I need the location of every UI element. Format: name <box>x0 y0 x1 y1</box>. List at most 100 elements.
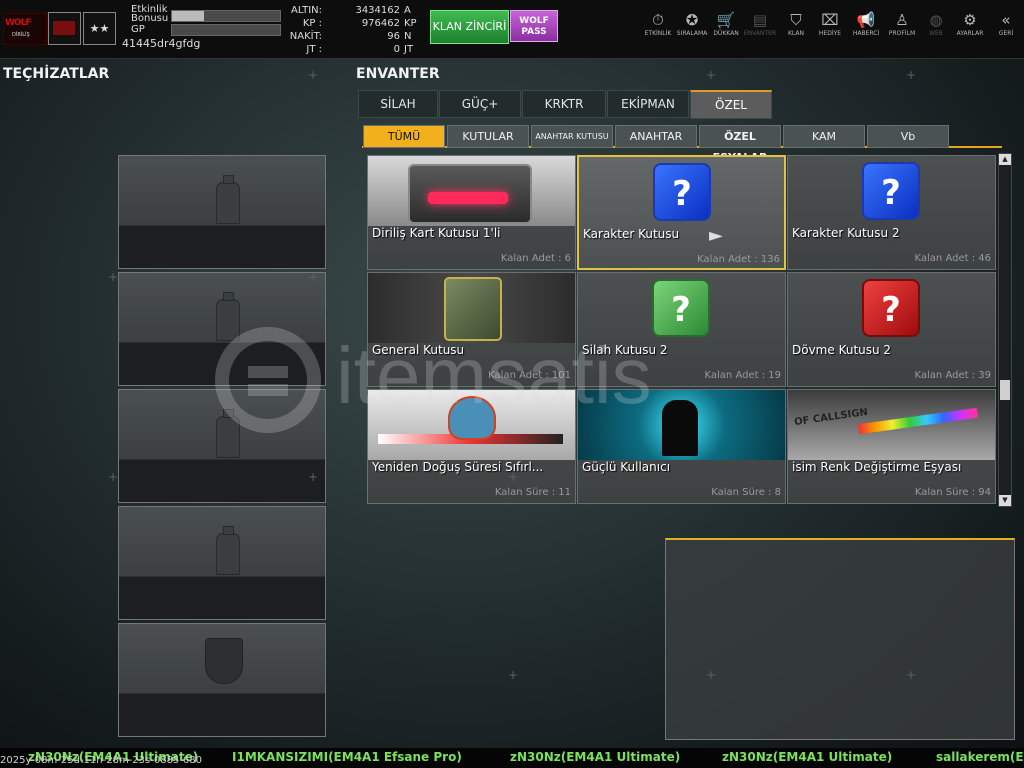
tab-ekipman[interactable]: EKİPMAN <box>607 90 689 118</box>
tab-silah[interactable]: SİLAH <box>358 90 438 118</box>
spray-icon <box>216 175 240 224</box>
item-count: Kalan Süre : 94 <box>914 487 991 498</box>
karakter-box-2-image: ? <box>788 156 995 226</box>
nav-megaphone[interactable]: 📢 HABERCİ <box>848 10 884 50</box>
item-name: Karakter Kutusu <box>583 227 680 241</box>
nav-inventory[interactable]: ▤ ENVANTER <box>742 10 778 50</box>
game-logo: WOLF DİRİLİŞ <box>3 13 47 45</box>
wolf-pass-button[interactable]: WOLF PASS <box>510 10 558 42</box>
dirilis-box-image <box>368 156 575 226</box>
nav-cart[interactable]: 🛒 DÜKKAN <box>708 10 744 50</box>
plus-marker: + <box>308 470 319 484</box>
plus-marker: + <box>108 270 119 284</box>
nav-globe[interactable]: ◍ WEB <box>918 10 954 50</box>
username: 41445dr4gfdg <box>122 37 201 50</box>
item-count: Kalan Adet : 46 <box>914 253 991 264</box>
ticker-timestamp: 2025y-08m-25d-11h-28m-23s-0885-680 <box>0 755 202 766</box>
question-cube-icon: ? <box>862 279 920 337</box>
nav-label: ETKİNLİK <box>644 30 672 37</box>
gear-icon: ⚙ <box>963 11 977 29</box>
nav-label: ENVANTER <box>743 30 777 37</box>
nav-label: SIRALAMA <box>676 30 708 37</box>
subtab-ozel-esyalar[interactable]: ÖZEL EŞYALAR <box>699 125 781 164</box>
tab-krktr[interactable]: KRKTR <box>522 90 606 118</box>
cursor-icon: ► <box>709 225 723 246</box>
clan-emblem <box>48 12 81 45</box>
subtab-kutular[interactable]: KUTULAR <box>447 125 529 148</box>
scroll-up-icon[interactable]: ▲ <box>999 154 1011 165</box>
item-card-karakter-kutusu[interactable]: ? Karakter Kutusu Kalan Adet : 136 ► <box>577 155 786 270</box>
nav-klan-shield[interactable]: ⛉ KLAN <box>778 10 814 50</box>
profile-icon: ♙ <box>895 11 909 29</box>
item-count: Kalan Süre : 11 <box>494 487 571 498</box>
nav-gear[interactable]: ⚙ AYARLAR <box>952 10 988 50</box>
item-detail-panel <box>665 538 1015 740</box>
question-cube-icon: ? <box>862 162 920 220</box>
inventory-scrollbar[interactable]: ▲ ▼ <box>998 153 1012 507</box>
karakter-box-image: ? <box>579 157 784 227</box>
plus-marker: + <box>706 668 717 682</box>
klan-zinciri-button[interactable]: KLAN ZİNCİRİ <box>430 10 509 44</box>
back-chevron-icon: « <box>1001 11 1011 29</box>
inventory-title: ENVANTER <box>356 66 440 82</box>
equipment-slot-4[interactable] <box>118 506 326 620</box>
subtab-kam[interactable]: KAM <box>783 125 865 148</box>
currency-label: ALTIN: <box>291 5 322 16</box>
item-card-dovme-kutusu-2[interactable]: ? Dövme Kutusu 2 Kalan Adet : 39 <box>787 272 996 387</box>
scroll-thumb[interactable] <box>1000 380 1010 400</box>
nav-stopwatch[interactable]: ⏱ ETKİNLİK <box>640 10 676 50</box>
nav-medal[interactable]: ✪ SIRALAMA <box>674 10 710 50</box>
gp-bar <box>171 24 281 36</box>
event-bonus-bar <box>171 10 281 22</box>
currency-value: 976462 <box>361 18 400 29</box>
equipment-slot-1[interactable] <box>118 155 326 269</box>
currency-unit: A <box>404 5 411 16</box>
item-count: Kalan Adet : 136 <box>697 254 780 265</box>
currency-value: 0 <box>393 44 400 55</box>
item-card-isim-renk[interactable]: OF CALLSIGN isim Renk Değiştirme Eşyası … <box>787 389 996 504</box>
item-name: Diriliş Kart Kutusu 1'li <box>372 226 501 240</box>
subtab-vb[interactable]: Vb <box>867 125 949 148</box>
inventory-icon: ▤ <box>752 11 768 29</box>
item-count: Kalan Süre : 8 <box>711 487 781 498</box>
currency-label: NAKİT: <box>289 31 322 42</box>
currency-value: 96 <box>387 31 400 42</box>
medal-icon: ✪ <box>685 11 699 29</box>
nav-label: KLAN <box>787 30 804 37</box>
tab-guc[interactable]: GÜÇ+ <box>439 90 521 118</box>
name-color-image: OF CALLSIGN <box>788 390 995 460</box>
currency-unit: KP <box>404 18 417 29</box>
rank-badge: ★★ <box>83 12 116 45</box>
item-count: Kalan Adet : 39 <box>914 370 991 381</box>
currency-value: 3434162 <box>355 5 400 16</box>
plus-marker: + <box>906 68 917 82</box>
subtab-anahtar-kutusu[interactable]: ANAHTAR KUTUSU <box>531 125 613 148</box>
currency-label: JT : <box>306 44 322 55</box>
nav-label: DÜKKAN <box>713 30 739 37</box>
nav-label: HEDİYE <box>818 30 842 37</box>
subtab-tumu[interactable]: TÜMÜ <box>363 125 445 148</box>
plus-marker: + <box>308 270 319 284</box>
equipment-slot-5[interactable] <box>118 623 326 737</box>
subtab-anahtar[interactable]: ANAHTAR <box>615 125 697 148</box>
item-card-dirilis-kart-kutusu[interactable]: Diriliş Kart Kutusu 1'li Kalan Adet : 6 <box>367 155 576 270</box>
item-card-karakter-kutusu-2[interactable]: ? Karakter Kutusu 2 Kalan Adet : 46 <box>787 155 996 270</box>
gp-label: GP <box>131 24 145 35</box>
scroll-down-icon[interactable]: ▼ <box>999 495 1011 506</box>
stopwatch-icon: ⏱ <box>652 11 664 29</box>
nav-back-chevron[interactable]: «GERİ <box>988 10 1024 50</box>
currency-unit: JT <box>404 44 414 55</box>
dovme-box-image: ? <box>788 273 995 343</box>
ticker-message: sallakerem(EM <box>936 750 1024 764</box>
nav-label: GERİ <box>998 30 1014 37</box>
shield-icon <box>205 638 243 684</box>
item-count: Kalan Adet : 6 <box>500 253 571 264</box>
globe-icon: ◍ <box>929 11 943 29</box>
nav-label: PROFİLM <box>888 30 916 37</box>
tab-ozel[interactable]: ÖZEL <box>690 90 772 119</box>
nav-label: AYARLAR <box>956 30 984 37</box>
nav-profile[interactable]: ♙ PROFİLM <box>884 10 920 50</box>
nav-gift[interactable]: ⌧ HEDİYE <box>812 10 848 50</box>
plus-marker: + <box>308 68 319 82</box>
watermark: itemsatis <box>208 320 808 440</box>
